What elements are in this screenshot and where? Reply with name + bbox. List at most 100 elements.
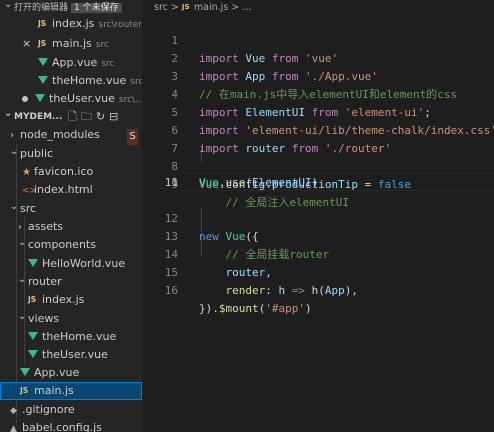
tree-label: theHome.vue xyxy=(42,330,117,343)
open-editor-name: main.js xyxy=(52,37,92,50)
tree-file[interactable]: ◆ .gitignore xyxy=(0,401,142,419)
tree-folder[interactable]: src xyxy=(0,200,142,218)
tree-label: index.js xyxy=(42,293,85,306)
breadcrumb-file[interactable]: main.js xyxy=(194,2,228,13)
code-line[interactable]: 10 Vue.use(ElementUI) xyxy=(142,156,494,189)
tree-folder[interactable]: public xyxy=(0,145,142,163)
tree-file[interactable]: <>index.html xyxy=(0,181,142,199)
vue-file-icon xyxy=(28,350,38,358)
open-editor-item[interactable]: × JS main.js src xyxy=(0,35,142,53)
tree-label: node_modules xyxy=(20,128,100,141)
breadcrumb-separator: > xyxy=(231,2,240,13)
tree-folder[interactable]: components xyxy=(0,236,142,254)
refresh-icon[interactable]: ↻ xyxy=(96,110,109,123)
tree-label: public xyxy=(20,147,54,160)
tree-folder[interactable]: assets xyxy=(0,218,142,236)
tree-file-selected[interactable]: JS main.js xyxy=(0,382,142,400)
collapse-all-icon[interactable]: ⊟ xyxy=(109,110,122,123)
project-header[interactable]: MYDEM... 🗋🗀↻⊟ xyxy=(0,108,142,126)
unsaved-dot-icon xyxy=(22,95,28,102)
open-editor-path: src\router xyxy=(98,20,142,30)
code-line[interactable]: 3 // 在main.js中导入elementUI和element的css xyxy=(142,50,494,101)
js-file-icon: JS xyxy=(28,295,37,304)
vue-file-icon xyxy=(38,58,48,66)
open-editor-name: theUser.vue xyxy=(49,92,115,105)
chevron-down-icon xyxy=(10,201,20,218)
code-line[interactable]: 4 import ElementUI from 'element-ui'; xyxy=(142,68,494,119)
explorer-sidebar: 打开的编辑器1 个未保存 JSindex.jssrc\router ×JSmai… xyxy=(0,0,142,432)
code-line[interactable]: 14 router, xyxy=(142,228,494,279)
babel-file-icon: ▲ xyxy=(10,424,17,432)
open-editor-name: theHome.vue xyxy=(52,74,127,87)
chevron-down-icon xyxy=(18,311,28,328)
code-line[interactable]: 13 // 全局挂载router xyxy=(142,210,494,261)
tree-file[interactable]: JS index.js xyxy=(0,291,142,309)
code-editor[interactable]: src > JS main.js > ... 1 import Vue from … xyxy=(142,0,494,432)
open-editor-path: src xyxy=(95,40,109,50)
chevron-right-icon xyxy=(10,127,20,144)
unsaved-badge: 1 个未保存 xyxy=(71,3,122,13)
breadcrumb-symbol[interactable]: ... xyxy=(242,2,251,13)
vue-file-icon xyxy=(35,94,45,102)
js-file-icon: JS xyxy=(20,386,29,395)
tree-folder[interactable]: node_modules xyxy=(0,126,142,144)
tree-file[interactable]: HelloWorld.vue xyxy=(0,255,142,273)
tree-label: .gitignore xyxy=(22,403,75,416)
open-editor-item[interactable]: theHome.vuesrc... xyxy=(0,72,142,90)
tree-label: router xyxy=(28,275,62,288)
code-line[interactable]: 6 import router from './router' xyxy=(142,104,494,155)
code-line[interactable]: 5 import 'element-ui/lib/theme-chalk/ind… xyxy=(142,86,494,137)
breadcrumb: src > JS main.js > ... xyxy=(142,0,494,14)
tree-label: babel.config.js xyxy=(22,421,102,432)
code-line[interactable]: 2 import App from './App.vue' xyxy=(142,32,494,83)
open-editor-path: src... xyxy=(130,77,142,87)
tree-file[interactable]: theUser.vue xyxy=(0,346,142,364)
vue-file-icon xyxy=(28,259,38,267)
new-folder-icon[interactable]: 🗀 xyxy=(81,110,96,123)
code-line[interactable]: 15 render: h => h(App), xyxy=(142,246,494,297)
tree-label: main.js xyxy=(34,384,74,397)
chevron-down-icon xyxy=(10,146,20,163)
open-editor-path: src xyxy=(101,59,115,69)
favicon-file-icon: ★ xyxy=(22,167,31,178)
chevron-down-icon xyxy=(18,274,28,291)
js-file-icon: JS xyxy=(38,19,47,28)
open-editor-item[interactable]: JS index.js src\router xyxy=(0,15,142,33)
git-file-icon: ◆ xyxy=(10,406,17,416)
chevron-down-icon xyxy=(18,237,28,254)
vue-file-icon xyxy=(28,332,38,340)
new-file-icon[interactable]: 🗋 xyxy=(68,110,81,123)
js-file-icon: JS xyxy=(181,3,190,11)
code-line[interactable]: 16 }).$mount('#app') xyxy=(142,264,494,315)
tree-file[interactable]: ★ favicon.ico xyxy=(0,163,142,181)
html-file-icon: <> xyxy=(22,186,38,196)
vue-file-icon xyxy=(38,76,48,84)
tree-label: assets xyxy=(28,220,64,233)
breadcrumb-folder[interactable]: src xyxy=(154,2,168,13)
tree-label: favicon.ico xyxy=(34,165,94,178)
chevron-down-icon xyxy=(4,108,14,126)
code-line[interactable]: 12 new Vue({ xyxy=(142,192,494,243)
open-editor-path: src\... xyxy=(118,95,142,105)
tree-label: components xyxy=(28,238,96,251)
chevron-right-icon xyxy=(18,219,28,236)
code-line[interactable]: 7 xyxy=(142,122,494,155)
open-editor-item[interactable]: App.vue src xyxy=(0,54,142,72)
code-line[interactable]: 1 import Vue from 'vue' xyxy=(142,14,494,65)
tree-label: theUser.vue xyxy=(42,348,108,361)
tree-file[interactable]: ▲ babel.config.js xyxy=(0,419,142,432)
vue-file-icon xyxy=(20,368,30,376)
tree-file[interactable]: App.vue xyxy=(0,364,142,382)
open-editor-name: App.vue xyxy=(52,56,98,69)
line-number: 16 xyxy=(164,284,178,297)
tree-folder[interactable]: views xyxy=(0,310,142,328)
tree-folder[interactable]: router xyxy=(0,273,142,291)
code-line-active[interactable]: 11 xyxy=(142,174,494,192)
close-icon[interactable]: × xyxy=(22,35,32,53)
open-editors-title: 打开的编辑器 xyxy=(14,3,69,13)
open-editors-header[interactable]: 打开的编辑器1 个未保存 xyxy=(0,0,142,15)
tree-label: views xyxy=(28,312,60,325)
tree-file[interactable]: theHome.vue xyxy=(0,328,142,346)
explorer-toolbar: 🗋🗀↻⊟ xyxy=(68,108,122,126)
open-editor-item[interactable]: theUser.vue src\... xyxy=(0,90,142,108)
